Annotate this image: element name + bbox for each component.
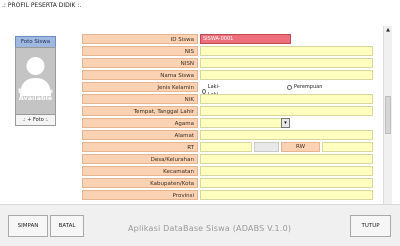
label-provinsi: Provinsi — [82, 190, 198, 200]
person-silhouette-icon — [20, 57, 51, 96]
alamat-field[interactable] — [200, 130, 373, 140]
scroll-up-icon[interactable]: ▲ — [384, 26, 392, 34]
provinsi-field[interactable] — [200, 190, 373, 200]
chevron-down-icon[interactable]: ▾ — [281, 118, 290, 128]
kecamatan-field[interactable] — [200, 166, 373, 176]
radio-circle-icon[interactable] — [287, 84, 292, 90]
nisn-field[interactable] — [200, 58, 373, 68]
vertical-scrollbar[interactable]: ▲ — [383, 26, 392, 204]
rt-field[interactable] — [200, 142, 252, 152]
no-image-line2: Available — [18, 94, 53, 102]
label-kecamatan: Kecamatan — [82, 166, 198, 176]
nik-field[interactable] — [200, 94, 373, 104]
label-desa: Desa/Kelurahan — [82, 154, 198, 164]
ttl-field[interactable] — [200, 106, 373, 116]
app-title: Aplikasi DataBase Siswa (ADABS V.1.0) — [128, 224, 292, 233]
rw-field[interactable] — [322, 142, 373, 152]
label-kabupaten: Kabupaten/Kota — [82, 178, 198, 188]
label-id-siswa: ID Siswa — [82, 34, 198, 44]
label-nis: NIS — [82, 46, 198, 56]
label-ttl: Tempat, Tanggal Lahir — [82, 106, 198, 116]
close-button[interactable]: TUTUP — [350, 215, 391, 237]
label-nisn: NISN — [82, 58, 198, 68]
rt-spacer — [254, 142, 279, 152]
agama-select[interactable] — [200, 118, 282, 128]
photo-placeholder: No Image Available — [15, 47, 56, 115]
no-image-text: No Image Available — [16, 88, 55, 102]
label-rw: RW — [281, 142, 320, 152]
nama-siswa-field[interactable] — [200, 70, 373, 80]
label-nama-siswa: Nama Siswa — [82, 70, 198, 80]
label-agama: Agama — [82, 118, 198, 128]
label-alamat: Alamat — [82, 130, 198, 140]
kabupaten-field[interactable] — [200, 178, 373, 188]
id-siswa-field[interactable]: SISWA-0001 — [200, 34, 291, 44]
radio-circle-icon[interactable] — [202, 88, 206, 94]
window-title: .: PROFIL PESERTA DIDIK :. — [0, 0, 400, 12]
cancel-button[interactable]: BATAL — [50, 215, 84, 237]
radio-perempuan[interactable]: Perempuan — [287, 83, 322, 91]
add-photo-button[interactable]: .: + Foto :. — [15, 114, 56, 126]
nis-field[interactable] — [200, 46, 373, 56]
label-jenis-kelamin: Jenis Kelamin — [82, 82, 198, 92]
label-rt: RT — [82, 142, 198, 152]
radio-label-perempuan: Perempuan — [294, 84, 323, 90]
footer-bar: SIMPAN BATAL Aplikasi DataBase Siswa (AD… — [0, 204, 400, 246]
desa-field[interactable] — [200, 154, 373, 164]
label-nik: NIK — [82, 94, 198, 104]
save-button[interactable]: SIMPAN — [8, 215, 48, 237]
scroll-thumb[interactable] — [385, 96, 391, 134]
